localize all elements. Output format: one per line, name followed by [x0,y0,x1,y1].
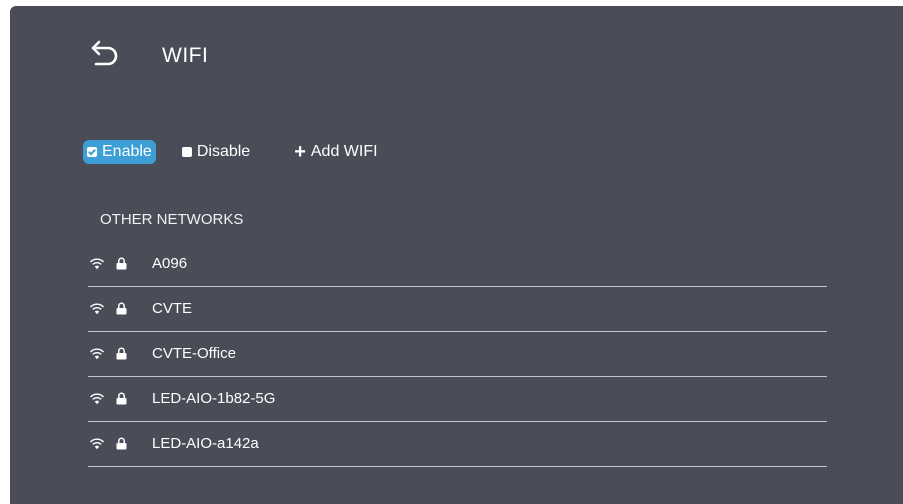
back-button[interactable] [88,40,122,74]
wifi-icon [90,393,104,405]
network-list: A096 CVTE CVTE-Office LED-AIO-1b82-5G LE… [88,242,827,467]
network-row-led-aio-a142a[interactable]: LED-AIO-a142a [88,422,827,467]
network-name: CVTE [152,300,193,317]
wifi-icon [90,348,104,360]
wifi-options-bar: Enable Disable + Add WIFI [83,140,378,164]
network-name: A096 [152,255,188,272]
lock-icon [116,347,127,360]
wifi-icon [90,438,104,450]
network-row-led-aio-1b82-5g[interactable]: LED-AIO-1b82-5G [88,377,827,422]
lock-icon [116,437,127,450]
lock-icon [116,302,127,315]
wifi-settings-panel: WIFI Enable Disable + Add WIFI OTHER NET… [10,6,903,504]
page-title: WIFI [162,44,209,67]
network-name: CVTE-Office [152,345,236,362]
enable-label: Enable [102,143,152,160]
enable-option[interactable]: Enable [83,140,156,164]
back-arrow-icon [91,40,118,66]
network-row-cvte-office[interactable]: CVTE-Office [88,332,827,377]
lock-icon [116,392,127,405]
network-name: LED-AIO-a142a [152,435,259,452]
plus-icon: + [294,141,306,163]
network-name: LED-AIO-1b82-5G [152,390,276,407]
checkbox-checked-icon [87,147,97,157]
disable-label: Disable [196,143,251,160]
add-wifi-label: Add WIFI [310,143,378,160]
wifi-icon [90,303,104,315]
lock-icon [116,257,127,270]
checkbox-unchecked-icon [181,147,192,157]
disable-option[interactable]: Disable [181,140,251,164]
add-wifi-button[interactable]: + Add WIFI [294,140,377,164]
network-row-a096[interactable]: A096 [88,242,827,287]
network-row-cvte[interactable]: CVTE [88,287,827,332]
other-networks-heading: OTHER NETWORKS [100,211,244,228]
wifi-icon [90,258,104,270]
